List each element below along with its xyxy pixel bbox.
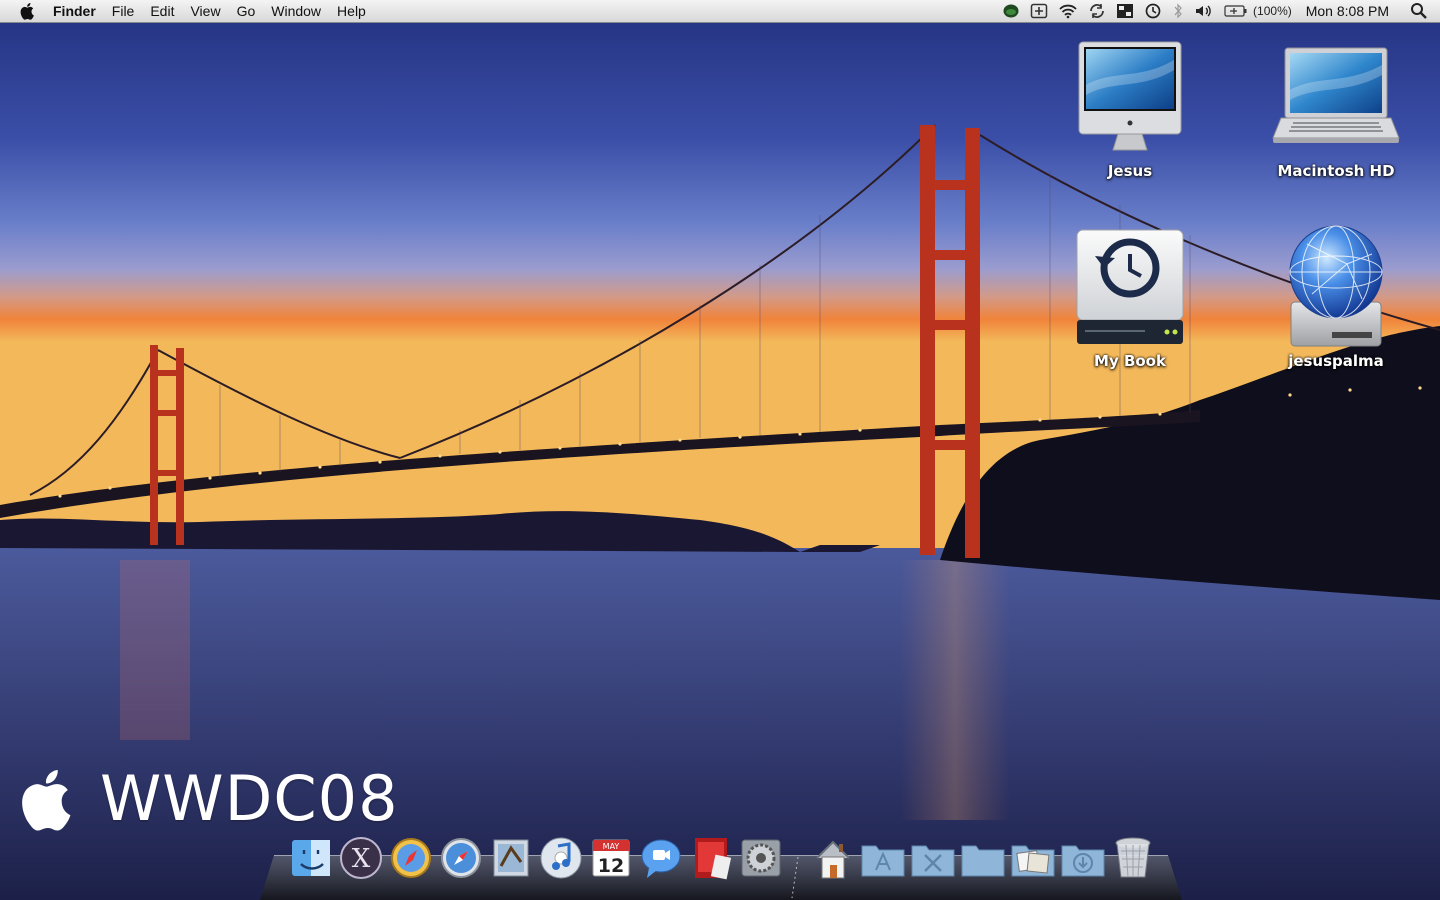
menu-help[interactable]: Help xyxy=(329,0,374,22)
wwdc-logo: WWDC08 xyxy=(20,762,399,835)
spaces-icon[interactable] xyxy=(1116,0,1134,22)
safari-icon[interactable] xyxy=(386,833,436,883)
growl-icon[interactable] xyxy=(1002,0,1020,22)
imac-icon xyxy=(1078,41,1182,151)
documents-folder-icon[interactable] xyxy=(958,833,1008,883)
menu-view[interactable]: View xyxy=(182,0,228,22)
desktop-icon-label: My Book xyxy=(1094,352,1166,370)
volume-icon[interactable] xyxy=(1194,0,1214,22)
desktop-icon-macintosh-hd[interactable]: Macintosh HD xyxy=(1266,40,1406,180)
spotlight-icon[interactable] xyxy=(1410,0,1428,22)
menu-go[interactable]: Go xyxy=(229,0,264,22)
network-disk-icon xyxy=(1289,225,1383,347)
ical-day: 12 xyxy=(598,855,624,877)
menu-bar: Finder File Edit View Go Window Help (10… xyxy=(0,0,1440,23)
stack-folder-icon[interactable] xyxy=(1008,833,1058,883)
osx-icon[interactable]: X xyxy=(336,833,386,883)
time-machine-icon[interactable] xyxy=(1144,0,1162,22)
desktop-icon-label: Macintosh HD xyxy=(1277,162,1395,180)
bluetooth-icon[interactable] xyxy=(1172,0,1184,22)
apple-logo-icon xyxy=(22,769,71,831)
desktop-icon-jesuspalma[interactable]: jesuspalma xyxy=(1266,224,1406,370)
itunes-icon[interactable] xyxy=(536,833,586,883)
desktop-icon-label: Jesus xyxy=(1107,162,1153,180)
wifi-icon[interactable] xyxy=(1058,0,1078,22)
home-icon[interactable] xyxy=(808,833,858,883)
photo-booth-icon[interactable] xyxy=(686,833,736,883)
ical-icon[interactable]: MAY 12 xyxy=(586,833,636,883)
ichat-icon[interactable] xyxy=(636,833,686,883)
battery-percent: (100%) xyxy=(1253,4,1292,18)
macbook-icon xyxy=(1272,47,1400,143)
menu-window[interactable]: Window xyxy=(263,0,329,22)
dock: X MAY 12 xyxy=(260,837,1182,900)
utilities-folder-icon[interactable] xyxy=(908,833,958,883)
desktop-icon-jesus[interactable]: Jesus xyxy=(1060,40,1200,180)
ical-month: MAY xyxy=(603,842,620,851)
apple-icon[interactable] xyxy=(17,0,39,22)
menu-edit[interactable]: Edit xyxy=(142,0,182,22)
desktop-icon-my-book[interactable]: My Book xyxy=(1060,228,1200,370)
dock-separator xyxy=(786,833,808,883)
safari-alt-icon[interactable] xyxy=(436,833,486,883)
menu-file[interactable]: File xyxy=(104,0,143,22)
system-preferences-icon[interactable] xyxy=(736,833,786,883)
downloads-folder-icon[interactable] xyxy=(1058,833,1108,883)
menubar-clock[interactable]: Mon 8:08 PM xyxy=(1306,3,1389,19)
finder-icon[interactable] xyxy=(286,833,336,883)
trash-icon[interactable] xyxy=(1108,833,1158,883)
desktop-icon-label: jesuspalma xyxy=(1288,352,1384,370)
wwdc-text: WWDC08 xyxy=(100,762,399,835)
svg-text:X: X xyxy=(352,844,371,874)
app-menu-finder[interactable]: Finder xyxy=(53,0,104,22)
applications-folder-icon[interactable] xyxy=(858,833,908,883)
battery-icon[interactable] xyxy=(1224,0,1248,22)
add-icon[interactable] xyxy=(1030,0,1048,22)
status-area: (100%) Mon 8:08 PM xyxy=(997,0,1440,22)
sync-icon[interactable] xyxy=(1088,0,1106,22)
dock-icons: X MAY 12 xyxy=(286,833,1158,883)
mail-icon[interactable] xyxy=(486,833,536,883)
time-machine-drive-icon xyxy=(1076,229,1184,344)
